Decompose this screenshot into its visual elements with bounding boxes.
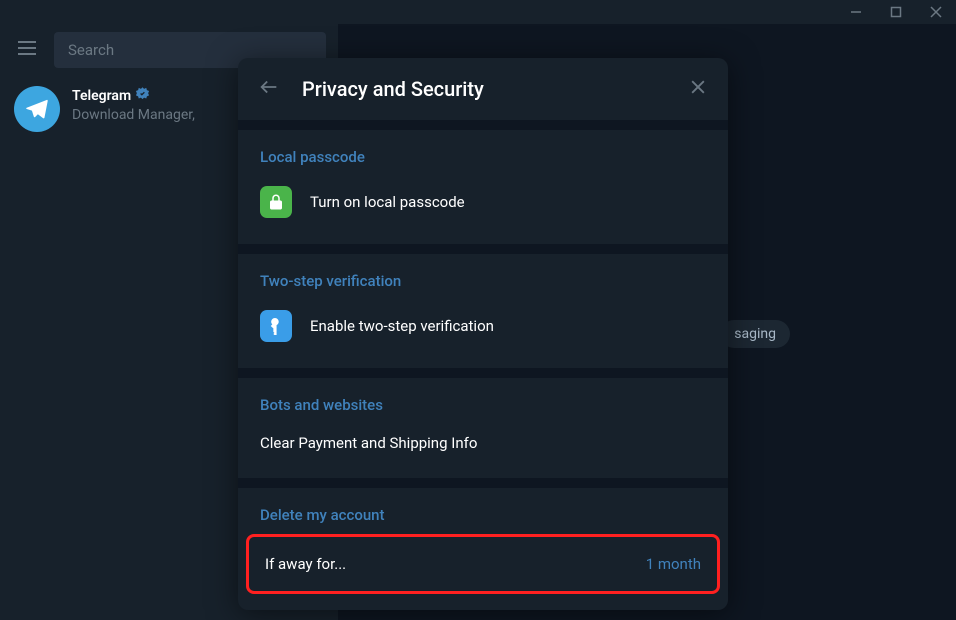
- key-icon: [260, 310, 292, 342]
- avatar: [14, 86, 60, 132]
- if-away-for-row[interactable]: If away for... 1 month: [249, 537, 717, 591]
- if-away-for-label: If away for...: [265, 555, 346, 573]
- if-away-for-value: 1 month: [646, 555, 701, 573]
- settings-modal: Privacy and Security Local passcode Turn…: [238, 58, 728, 610]
- clear-payment-info-label: Clear Payment and Shipping Info: [260, 434, 477, 452]
- chat-name-label: Telegram: [72, 88, 131, 104]
- clear-payment-info-row[interactable]: Clear Payment and Shipping Info: [238, 424, 728, 462]
- maximize-button[interactable]: [886, 2, 906, 22]
- section-title-bots: Bots and websites: [238, 394, 728, 424]
- minimize-button[interactable]: [846, 2, 866, 22]
- close-icon[interactable]: [688, 77, 708, 101]
- section-title-two-step: Two-step verification: [238, 270, 728, 300]
- window-titlebar: [0, 0, 956, 24]
- menu-icon[interactable]: [12, 33, 42, 67]
- lock-icon: [260, 186, 292, 218]
- modal-title: Privacy and Security: [302, 77, 666, 101]
- background-badge: saging: [720, 320, 790, 348]
- close-window-button[interactable]: [926, 2, 946, 22]
- turn-on-local-passcode-row[interactable]: Turn on local passcode: [238, 176, 728, 228]
- highlight-annotation: If away for... 1 month: [246, 534, 720, 594]
- back-icon[interactable]: [258, 76, 280, 102]
- enable-two-step-row[interactable]: Enable two-step verification: [238, 300, 728, 352]
- section-title-local-passcode: Local passcode: [238, 146, 728, 176]
- enable-two-step-label: Enable two-step verification: [310, 317, 494, 335]
- section-title-delete-account: Delete my account: [238, 504, 728, 534]
- turn-on-local-passcode-label: Turn on local passcode: [310, 193, 465, 211]
- verified-icon: [135, 86, 150, 105]
